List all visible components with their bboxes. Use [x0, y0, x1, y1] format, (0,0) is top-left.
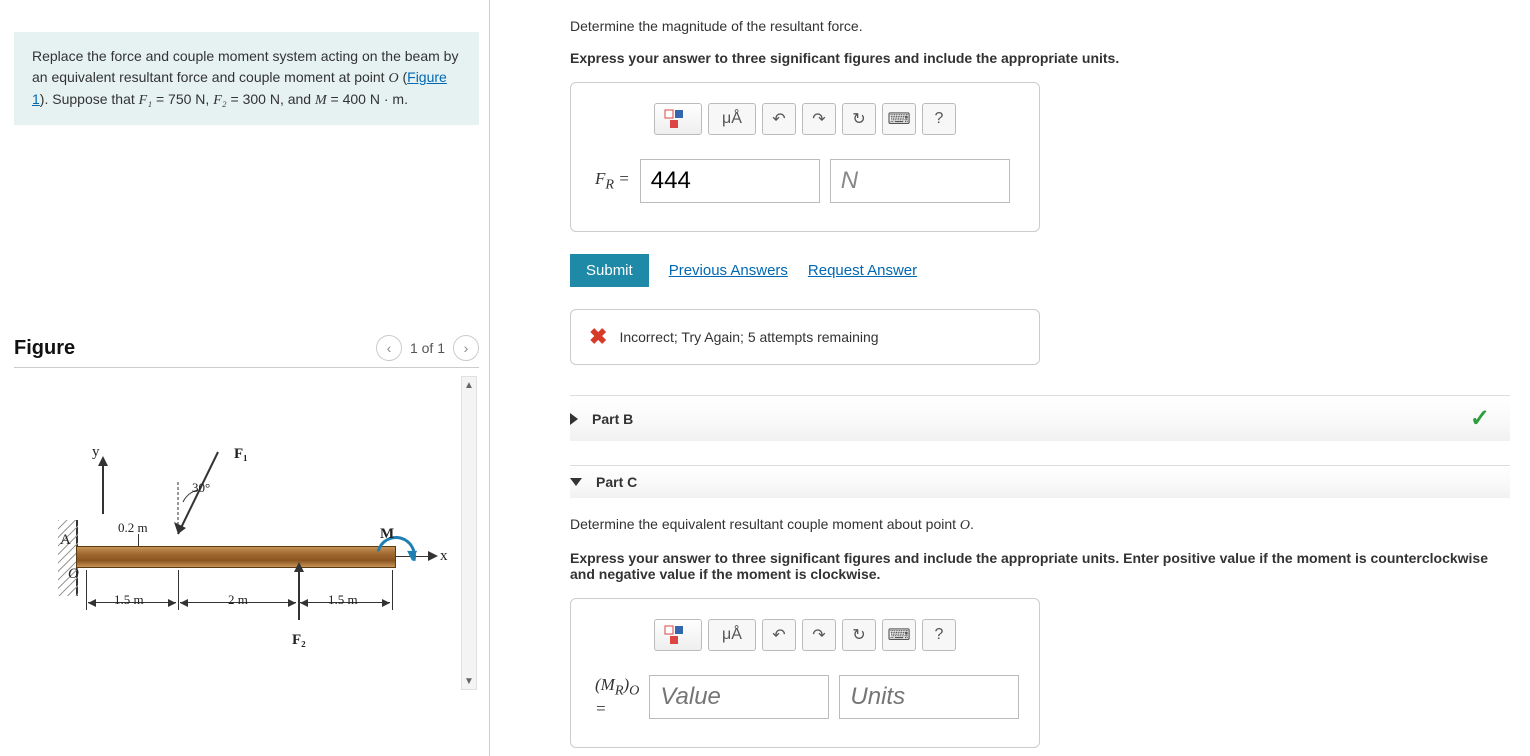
problem-statement: Replace the force and couple moment syst… [14, 32, 479, 125]
F2-label: F₂ [213, 93, 226, 108]
figure-header: Figure ‹ 1 of 1 › [14, 335, 479, 368]
part-c-toolbar: μÅ ↶ ↷ ↻ ⌨ ? [595, 619, 1015, 651]
d4-label: 1.5 m [328, 592, 358, 608]
part-c-header[interactable]: Part C [570, 465, 1510, 498]
part-a-submit-row: Submit Previous Answers Request Answer [570, 254, 1510, 287]
figure-body: ▲ ▼ y x [14, 368, 479, 698]
part-c-eq-label: (MR)O = [595, 675, 639, 719]
left-column: Replace the force and couple moment syst… [0, 0, 490, 756]
figure-scrollbar[interactable]: ▲ ▼ [461, 376, 477, 690]
previous-answers-link[interactable]: Previous Answers [669, 262, 788, 279]
part-c-instruction: Express your answer to three significant… [570, 550, 1510, 582]
F1-label: F₁ [139, 93, 152, 108]
part-c-answer-box: μÅ ↶ ↷ ↻ ⌨ ? (MR)O = [570, 598, 1040, 748]
part-a-feedback: ✖ Incorrect; Try Again; 5 attempts remai… [570, 309, 1040, 365]
part-a-content: Determine the magnitude of the resultant… [570, 0, 1510, 371]
part-a-value-input[interactable] [640, 159, 820, 203]
part-b-header[interactable]: Part B ✓ [570, 395, 1510, 441]
reset-icon[interactable]: ↻ [842, 619, 876, 651]
incorrect-icon: ✖ [589, 324, 607, 350]
units-button[interactable]: μÅ [708, 103, 756, 135]
x-axis-label: x [440, 548, 448, 565]
y-axis [102, 464, 104, 514]
submit-button[interactable]: Submit [570, 254, 649, 287]
redo-icon[interactable]: ↷ [802, 619, 836, 651]
problem-text-2: . Suppose that [44, 91, 138, 107]
template-icon[interactable] [654, 619, 702, 651]
figure-prev-button[interactable]: ‹ [376, 335, 402, 361]
x-axis-arrowhead [428, 551, 438, 561]
F1-value: = 750 N [152, 91, 205, 107]
expand-icon [570, 478, 582, 486]
F2-label: F₂ [292, 632, 306, 649]
part-c-question: Determine the equivalent resultant coupl… [570, 516, 1510, 534]
keyboard-icon[interactable]: ⌨ [882, 619, 916, 651]
part-a-answer-box: μÅ ↶ ↷ ↻ ⌨ ? FR = [570, 82, 1040, 232]
scroll-down-icon[interactable]: ▼ [462, 673, 476, 689]
right-column: Determine the magnitude of the resultant… [490, 0, 1530, 756]
part-a-input-row: FR = [595, 159, 1015, 203]
point-O: O [388, 71, 398, 86]
F2-arrowhead [294, 562, 304, 572]
part-c-units-input[interactable] [839, 675, 1019, 719]
F2-value: = 300 N [227, 91, 280, 107]
collapse-icon [570, 413, 578, 425]
figure-pager: ‹ 1 of 1 › [376, 335, 479, 361]
d3-label: 2 m [228, 592, 248, 608]
feedback-text: Incorrect; Try Again; 5 attempts remaini… [619, 329, 878, 345]
part-c-content: Determine the equivalent resultant coupl… [570, 498, 1510, 754]
scroll-up-icon[interactable]: ▲ [462, 377, 476, 393]
part-c-title: Part C [596, 474, 637, 490]
part-c-input-row: (MR)O = [595, 675, 1015, 719]
help-icon[interactable]: ? [922, 103, 956, 135]
d2-label: 1.5 m [114, 592, 144, 608]
keyboard-icon[interactable]: ⌨ [882, 103, 916, 135]
undo-icon[interactable]: ↶ [762, 619, 796, 651]
moment-arc [369, 529, 424, 584]
figure-next-button[interactable]: › [453, 335, 479, 361]
request-answer-link[interactable]: Request Answer [808, 262, 917, 279]
O-label: O [68, 566, 79, 583]
redo-icon[interactable]: ↷ [802, 103, 836, 135]
template-icon[interactable] [654, 103, 702, 135]
units-button[interactable]: μÅ [708, 619, 756, 651]
figure-title: Figure [14, 337, 75, 360]
M-label: M [315, 93, 327, 108]
figure-pager-text: 1 of 1 [410, 340, 445, 356]
part-b-title: Part B [592, 411, 633, 427]
F1-label: F₁ [234, 446, 248, 463]
help-icon[interactable]: ? [922, 619, 956, 651]
part-c-value-input[interactable] [649, 675, 829, 719]
part-a-question: Determine the magnitude of the resultant… [570, 18, 1510, 34]
part-a-units-input[interactable] [830, 159, 1010, 203]
reset-icon[interactable]: ↻ [842, 103, 876, 135]
correct-check-icon: ✓ [1470, 404, 1490, 433]
undo-icon[interactable]: ↶ [762, 103, 796, 135]
part-a-eq-label: FR = [595, 169, 630, 193]
M-label: M [380, 526, 394, 543]
A-label: A [60, 532, 71, 549]
d1-label: 0.2 m [118, 520, 148, 536]
angle-label: 30° [192, 480, 210, 496]
M-value: = 400 N · m [327, 91, 404, 107]
part-a-instruction: Express your answer to three significant… [570, 50, 1510, 66]
figure-diagram: y x F₁ 30° 0.2 m A [38, 428, 418, 678]
F1-arrow [168, 452, 248, 552]
part-a-toolbar: μÅ ↶ ↷ ↻ ⌨ ? [595, 103, 1015, 135]
y-axis-label: y [92, 444, 100, 461]
